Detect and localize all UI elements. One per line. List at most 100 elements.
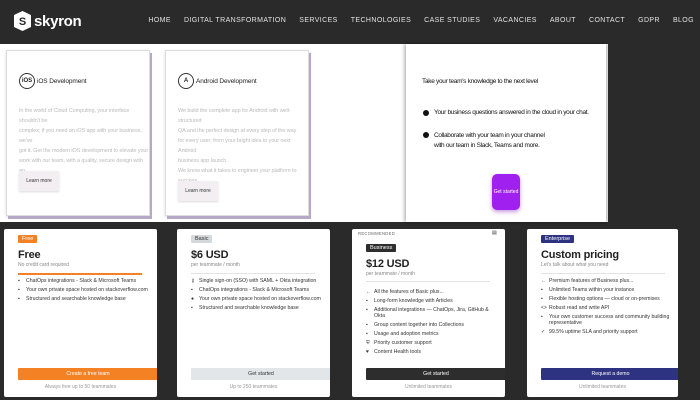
feature-text: Your own customer success and community … (549, 314, 670, 326)
list-item: ▪ Flexible hosting options — cloud or on-… (541, 296, 671, 302)
chart-icon: ▪ (366, 331, 368, 337)
list-item: ▪ Your own private space hosted on stacko… (18, 287, 148, 293)
card-title: iOS Development (37, 78, 87, 85)
plan-basic: Basic $6 USD per teammate / month ⚷ Singl… (177, 229, 330, 397)
plan-free: Free Free No credit card required ▪ ChatO… (4, 229, 157, 397)
feature-text: Group content together into Collections (374, 322, 464, 328)
list-item: ▪ ChatOps integrations - Slack & Microsof… (18, 278, 148, 284)
list-item: ● Your own private space hosted on stacko… (191, 296, 321, 302)
card-title: Android Development (196, 78, 257, 85)
mockup-point: Your business questions answered in the … (434, 109, 589, 116)
card-body-line: business app launch. (178, 158, 228, 164)
list-item: ▪ Your own customer success and community… (541, 314, 671, 326)
product-mockup: Take your team's knowledge to the next l… (406, 44, 606, 222)
nav-services[interactable]: SERVICES (299, 17, 337, 24)
feature-text: Flexible hosting options — cloud or on-p… (549, 296, 660, 302)
nav-digital-transformation[interactable]: DIGITAL TRANSFORMATION (184, 17, 286, 24)
list-item: ♥ Content Health tools (366, 349, 496, 355)
learn-more-button[interactable]: Learn more (178, 181, 218, 201)
person-icon: ▪ (541, 314, 543, 320)
card-body-line: QA and the perfect design at every step … (178, 128, 297, 134)
feature-text: ChatOps integrations - Slack & Microsoft… (26, 278, 137, 284)
list-item: ▪ Structured and searchable knowledge bas… (191, 305, 321, 311)
card-body-line: We build the complete app for Android wi… (178, 108, 291, 124)
android-development-card: A Android Development We build the compl… (165, 50, 309, 216)
ios-development-card: iOS iOS Development In the world of Clou… (6, 50, 150, 216)
plan-price-sub: No credit card required (18, 262, 69, 268)
list-item: <> Robust read and write API (541, 305, 671, 311)
recommended-label: RECOMMENDED ▤ (352, 229, 505, 237)
card-body-line: got it. Get the modern iOS development t… (19, 148, 149, 154)
plan-badge: Enterprise (541, 235, 575, 243)
list-item: ▪ Structured and searchable knowledge bas… (18, 296, 148, 302)
plan-badge: Basic (191, 235, 213, 243)
plan-price-sub: Let's talk about what you need (541, 262, 609, 268)
feature-text: Unlimited Teams within your instance (549, 287, 635, 293)
nav-vacancies[interactable]: VACANCIES (493, 17, 537, 24)
stack-icon: ▤ (491, 230, 497, 236)
list-item: ▪ Additional integrations — ChatOps, Jira… (366, 307, 496, 319)
recommended-text: RECOMMENDED (358, 231, 396, 236)
feature-text: Long-form knowledge with Articles (374, 298, 453, 304)
mockup-point: Collaborate with your team in your chann… (434, 132, 545, 149)
logo[interactable]: S skyron (14, 11, 82, 31)
android-icon: A (178, 73, 194, 89)
plan-footnote: Unlimited teammates (405, 384, 452, 390)
skyron-logo-icon: S (14, 11, 31, 31)
feature-text: Your own private space hosted on stackov… (26, 287, 148, 293)
create-free-team-button[interactable]: Create a free team (18, 368, 157, 380)
plan-footnote: Up to 250 teammates (229, 384, 278, 390)
feature-text: Your own private space hosted on stackov… (199, 296, 321, 302)
book-icon: ▪ (366, 298, 368, 304)
get-started-button[interactable]: Get started (492, 174, 520, 210)
list-item: ▪ Unlimited Teams within your instance (541, 287, 671, 293)
get-started-button[interactable]: Get started (191, 368, 330, 380)
plan-enterprise: Enterprise Custom pricing Let's talk abo… (527, 229, 678, 397)
nav-contact[interactable]: CONTACT (589, 17, 625, 24)
nav-case-studies[interactable]: CASE STUDIES (424, 17, 480, 24)
plug-icon: ▪ (366, 307, 368, 313)
plan-badge: Business (366, 244, 397, 252)
ios-icon: iOS (19, 73, 35, 89)
book-icon: ▪ (18, 296, 20, 302)
plan-footnote: Always free up to 50 teammates (44, 384, 117, 390)
main-nav: HOME DIGITAL TRANSFORMATION SERVICES TEC… (148, 17, 694, 24)
plan-features: ⚷ Single sign-on (SSO) with SAML + Okta i… (191, 278, 321, 314)
plan-features: ▪ ChatOps integrations - Slack & Microsof… (18, 278, 148, 305)
nav-gdpr[interactable]: GDPR (638, 17, 660, 24)
feature-text: Content Health tools (374, 349, 422, 355)
plan-footnote: Unlimited teammates (579, 384, 626, 390)
plan-divider (18, 273, 142, 275)
cloud-icon: ▪ (541, 296, 543, 302)
learn-more-button[interactable]: Learn more (19, 171, 59, 191)
list-item: ▪ Long-form knowledge with Articles (366, 298, 496, 304)
svg-text:S: S (19, 16, 26, 28)
feature-text: Usage and adoption metrics (374, 331, 439, 337)
plan-price: Free (18, 249, 41, 261)
nav-technologies[interactable]: TECHNOLOGIES (351, 17, 411, 24)
plan-price-sub: per teammate / month (191, 262, 240, 268)
plan-business: RECOMMENDED ▤ Business $12 USD per teamm… (352, 229, 505, 397)
card-body-line: for every user; from your bright idea to… (178, 138, 291, 154)
people-icon: ▪ (541, 287, 543, 293)
folder-icon: ▪ (366, 322, 368, 328)
site-header: S skyron HOME DIGITAL TRANSFORMATION SER… (0, 0, 700, 44)
nav-home[interactable]: HOME (148, 17, 171, 24)
nav-blog[interactable]: BLOG (673, 17, 694, 24)
chat-icon: ▪ (18, 278, 20, 284)
heart-icon: ♥ (366, 349, 369, 355)
list-item: ← Premium features of Business plus... (541, 278, 671, 284)
key-icon: ⚷ (191, 278, 195, 284)
hero-section: iOS iOS Development In the world of Clou… (0, 44, 700, 222)
nav-about[interactable]: ABOUT (550, 17, 576, 24)
feature-text: Additional integrations — ChatOps, Jira,… (374, 307, 489, 319)
plan-price: $12 USD (366, 258, 410, 270)
shield-icon: ⛨ (366, 340, 370, 346)
request-demo-button[interactable]: Request a demo (541, 368, 678, 380)
get-started-button[interactable]: Get started (366, 368, 505, 380)
list-item: ← All the features of Basic plus... (366, 289, 496, 295)
list-item: ⚷ Single sign-on (SSO) with SAML + Okta i… (191, 278, 321, 284)
bullet-icon (423, 110, 429, 116)
feature-text: Single sign-on (SSO) with SAML + Okta in… (199, 278, 317, 284)
hero-dark-edge (608, 44, 700, 222)
